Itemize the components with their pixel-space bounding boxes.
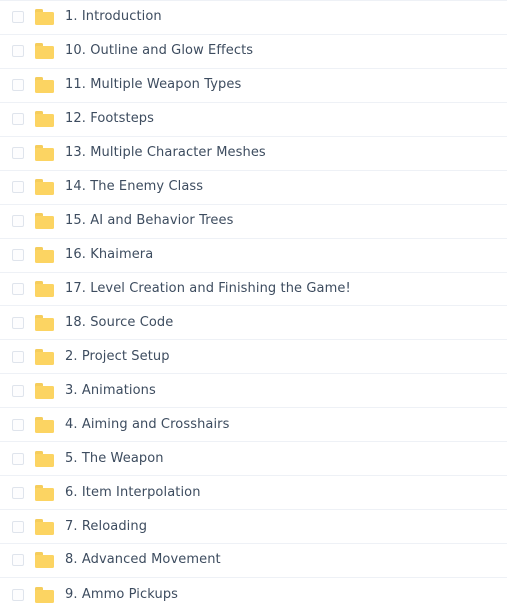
folder-row[interactable]: 15. AI and Behavior Trees bbox=[0, 204, 507, 239]
folder-icon-body bbox=[35, 114, 54, 128]
folder-row[interactable]: 4. Aiming and Crosshairs bbox=[0, 408, 507, 443]
folder-name-label[interactable]: 14. The Enemy Class bbox=[65, 179, 203, 195]
folder-icon-body bbox=[35, 216, 54, 230]
folder-icon-body bbox=[35, 317, 54, 331]
folder-row[interactable]: 6. Item Interpolation bbox=[0, 476, 507, 511]
folder-icon bbox=[35, 9, 54, 26]
folder-row[interactable]: 14. The Enemy Class bbox=[0, 170, 507, 205]
folder-icon bbox=[35, 314, 54, 331]
folder-row[interactable]: 11. Multiple Weapon Types bbox=[0, 68, 507, 103]
folder-icon bbox=[35, 450, 54, 467]
folder-icon-body bbox=[35, 453, 54, 467]
folder-name-label[interactable]: 1. Introduction bbox=[65, 9, 162, 25]
folder-name-label[interactable]: 6. Item Interpolation bbox=[65, 485, 201, 501]
folder-icon-body bbox=[35, 46, 54, 60]
folder-icon-body bbox=[35, 250, 54, 264]
folder-icon-body bbox=[35, 80, 54, 94]
row-checkbox[interactable] bbox=[12, 588, 24, 601]
folder-icon bbox=[35, 43, 54, 60]
row-checkbox[interactable] bbox=[12, 418, 24, 431]
folder-row[interactable]: 9. Ammo Pickups bbox=[0, 577, 507, 612]
folder-icon-body bbox=[35, 12, 54, 26]
folder-name-label[interactable]: 12. Footsteps bbox=[65, 111, 154, 127]
folder-name-label[interactable]: 16. Khaimera bbox=[65, 247, 153, 263]
folder-icon-body bbox=[35, 385, 54, 399]
row-checkbox[interactable] bbox=[12, 45, 24, 58]
row-checkbox[interactable] bbox=[12, 215, 24, 228]
folder-icon bbox=[35, 145, 54, 162]
row-checkbox[interactable] bbox=[12, 181, 24, 194]
folder-icon bbox=[35, 518, 54, 535]
folder-row[interactable]: 5. The Weapon bbox=[0, 442, 507, 477]
folder-list: 1. Introduction 10. Outline and Glow Effe… bbox=[0, 0, 507, 612]
folder-row[interactable]: 10. Outline and Glow Effects bbox=[0, 34, 507, 69]
row-checkbox[interactable] bbox=[12, 350, 24, 363]
folder-row[interactable]: 16. Khaimera bbox=[0, 238, 507, 273]
folder-name-label[interactable]: 18. Source Code bbox=[65, 315, 173, 331]
folder-name-label[interactable]: 7. Reloading bbox=[65, 519, 147, 535]
row-checkbox[interactable] bbox=[12, 316, 24, 329]
folder-name-label[interactable]: 11. Multiple Weapon Types bbox=[65, 77, 241, 93]
folder-name-label[interactable]: 15. AI and Behavior Trees bbox=[65, 213, 233, 229]
folder-icon bbox=[35, 280, 54, 297]
folder-row[interactable]: 12. Footsteps bbox=[0, 102, 507, 137]
folder-row[interactable]: 8. Advanced Movement bbox=[0, 544, 507, 578]
folder-row[interactable]: 3. Animations bbox=[0, 374, 507, 409]
row-checkbox[interactable] bbox=[12, 486, 24, 499]
folder-icon bbox=[35, 77, 54, 94]
folder-icon bbox=[35, 552, 54, 569]
folder-name-label[interactable]: 8. Advanced Movement bbox=[65, 552, 221, 568]
folder-icon-body bbox=[35, 487, 54, 501]
folder-name-label[interactable]: 4. Aiming and Crosshairs bbox=[65, 417, 230, 433]
folder-icon bbox=[35, 484, 54, 501]
row-checkbox[interactable] bbox=[12, 11, 24, 24]
folder-icon-body bbox=[35, 589, 54, 603]
folder-name-label[interactable]: 10. Outline and Glow Effects bbox=[65, 43, 253, 59]
folder-row[interactable]: 1. Introduction bbox=[0, 1, 507, 35]
folder-icon bbox=[35, 213, 54, 230]
row-checkbox[interactable] bbox=[12, 554, 24, 567]
row-checkbox[interactable] bbox=[12, 113, 24, 126]
row-checkbox[interactable] bbox=[12, 520, 24, 533]
folder-icon bbox=[35, 586, 54, 603]
folder-name-label[interactable]: 2. Project Setup bbox=[65, 349, 170, 365]
row-checkbox[interactable] bbox=[12, 384, 24, 397]
folder-row[interactable]: 7. Reloading bbox=[0, 510, 507, 544]
folder-icon bbox=[35, 111, 54, 128]
folder-row[interactable]: 2. Project Setup bbox=[0, 340, 507, 375]
folder-name-label[interactable]: 5. The Weapon bbox=[65, 451, 164, 467]
folder-icon-body bbox=[35, 351, 54, 365]
folder-row[interactable]: 17. Level Creation and Finishing the Gam… bbox=[0, 272, 507, 307]
row-checkbox[interactable] bbox=[12, 79, 24, 92]
row-checkbox[interactable] bbox=[12, 147, 24, 160]
row-checkbox[interactable] bbox=[12, 249, 24, 262]
folder-name-label[interactable]: 9. Ammo Pickups bbox=[65, 587, 178, 603]
folder-name-label[interactable]: 13. Multiple Character Meshes bbox=[65, 145, 266, 161]
folder-icon-body bbox=[35, 283, 54, 297]
row-checkbox[interactable] bbox=[12, 282, 24, 295]
folder-icon-body bbox=[35, 555, 54, 569]
folder-icon bbox=[35, 179, 54, 196]
folder-icon bbox=[35, 247, 54, 264]
folder-icon bbox=[35, 416, 54, 433]
folder-icon bbox=[35, 382, 54, 399]
folder-name-label[interactable]: 3. Animations bbox=[65, 383, 156, 399]
folder-icon-body bbox=[35, 182, 54, 196]
folder-row[interactable]: 13. Multiple Character Meshes bbox=[0, 136, 507, 171]
folder-icon-body bbox=[35, 148, 54, 162]
folder-icon bbox=[35, 348, 54, 365]
folder-icon-body bbox=[35, 521, 54, 535]
folder-row[interactable]: 18. Source Code bbox=[0, 306, 507, 341]
row-checkbox[interactable] bbox=[12, 452, 24, 465]
folder-name-label[interactable]: 17. Level Creation and Finishing the Gam… bbox=[65, 281, 351, 297]
folder-icon-body bbox=[35, 419, 54, 433]
